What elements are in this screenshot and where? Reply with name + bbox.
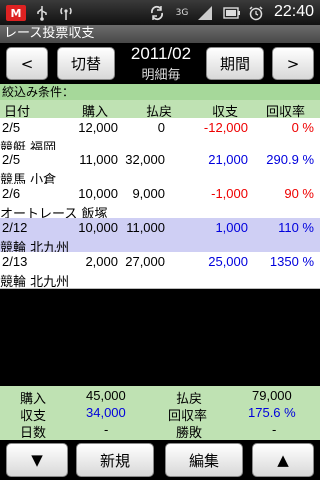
row-payout: 9,000 — [132, 186, 165, 201]
next-period-button[interactable]: > — [272, 47, 314, 80]
table-row[interactable]: 2/13 2,000 27,000 25,000 1350 % 競輪 北九州 — [0, 252, 320, 290]
edit-button[interactable]: 編集 — [165, 443, 243, 477]
clock-time: 22:40 — [273, 3, 314, 20]
summary-payout-value: 79,000 — [252, 388, 292, 403]
row-payout: 0 — [157, 120, 165, 135]
period-title: 2011/02 — [130, 44, 192, 63]
summary-days-label: 日数 — [20, 425, 47, 440]
new-button[interactable]: 新規 — [76, 443, 154, 477]
battery-icon — [222, 3, 242, 22]
summary-days-value: - — [104, 422, 109, 437]
row-balance: 21,000 — [208, 152, 248, 167]
row-balance: 25,000 — [208, 254, 248, 269]
row-return-rate: 0 % — [291, 120, 314, 135]
summary-buy-value: 45,000 — [86, 388, 126, 403]
summary-rate-value: 175.6 % — [248, 405, 296, 420]
row-return-rate: 290.9 % — [266, 152, 314, 167]
table-header: 日付 購入 払戻 収支 回収率 — [0, 100, 320, 120]
summary-winloss-label: 勝敗 — [176, 425, 203, 440]
antenna-icon — [58, 3, 74, 22]
row-balance: -12,000 — [203, 120, 248, 135]
sync-icon — [148, 3, 166, 22]
period-button[interactable]: 期間 — [206, 47, 264, 80]
period-view-mode: 明細毎 — [141, 68, 181, 83]
row-balance: 1,000 — [215, 220, 248, 235]
table-row[interactable]: 2/6 10,000 9,000 -1,000 90 % オートレース 飯塚 — [0, 184, 320, 222]
scroll-down-button[interactable]: ▼ — [6, 443, 68, 477]
filter-label[interactable]: 絞込み条件： — [0, 84, 320, 100]
status-bar: M 3G 22:40 — [0, 0, 320, 25]
row-buy: 10,000 — [78, 220, 118, 235]
period-navigation: < 切替 2011/02 明細毎 期間 > — [0, 43, 320, 84]
table-row-selected[interactable]: 2/12 10,000 11,000 1,000 110 % 競輪 北九州 — [0, 218, 320, 256]
row-date: 2/5 — [2, 120, 21, 135]
row-buy: 10,000 — [78, 186, 118, 201]
network-type-label: 3G — [175, 7, 189, 18]
bottom-toolbar: ▼ 新規 編集 ▲ — [0, 440, 320, 480]
row-buy: 12,000 — [78, 120, 118, 135]
row-return-rate: 90 % — [284, 186, 314, 201]
row-date: 2/12 — [2, 220, 28, 235]
signal-icon — [196, 3, 214, 22]
row-date: 2/13 — [2, 254, 28, 269]
row-payout: 11,000 — [126, 220, 165, 235]
row-return-rate: 1350 % — [269, 254, 314, 269]
row-payout: 27,000 — [125, 254, 165, 269]
table-row[interactable]: 2/5 11,000 32,000 21,000 290.9 % 競馬 小倉 — [0, 150, 320, 188]
previous-period-button[interactable]: < — [6, 47, 48, 80]
usb-icon — [34, 3, 50, 22]
row-return-rate: 110 % — [278, 220, 314, 235]
scroll-up-button[interactable]: ▲ — [252, 443, 314, 477]
summary-panel: 購入 45,000 払戻 79,000 収支 34,000 回収率 175.6 … — [0, 386, 320, 440]
row-buy: 11,000 — [79, 152, 118, 167]
summary-balance-value: 34,000 — [86, 405, 126, 420]
row-buy: 2,000 — [85, 254, 118, 269]
row-payout: 32,000 — [125, 152, 165, 167]
row-place: 競輪 北九州 — [0, 275, 70, 290]
row-balance: -1,000 — [211, 186, 248, 201]
row-date: 2/5 — [2, 152, 21, 167]
gmail-icon: M — [6, 5, 26, 21]
summary-winloss-value: - — [272, 422, 277, 437]
switch-button[interactable]: 切替 — [57, 47, 115, 80]
alarm-icon — [248, 3, 264, 22]
row-date: 2/6 — [2, 186, 21, 201]
app-title: レース投票収支 — [0, 25, 320, 43]
